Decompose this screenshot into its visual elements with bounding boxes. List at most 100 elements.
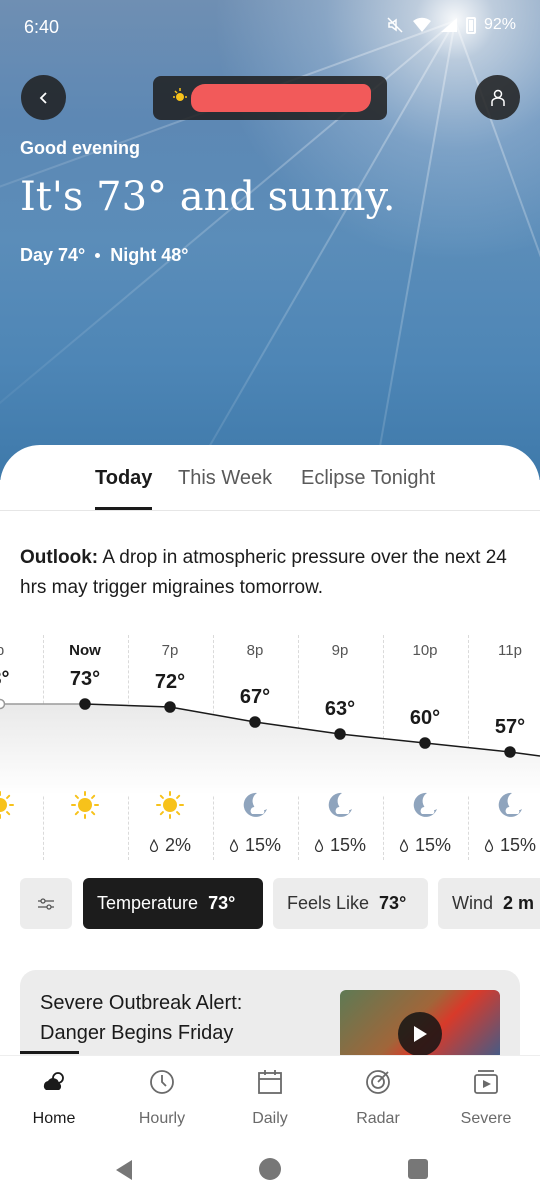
hour-label: p bbox=[0, 642, 40, 659]
raindrop-icon bbox=[149, 838, 159, 853]
mute-icon bbox=[387, 17, 403, 33]
temperature-point bbox=[0, 698, 6, 710]
tab-bar: Today This Week Eclipse Tonight bbox=[0, 445, 540, 511]
nav-severe[interactable]: Severe bbox=[432, 1056, 540, 1146]
sun-icon bbox=[152, 787, 188, 823]
precip-chance: 15% bbox=[385, 835, 465, 856]
day-night-temps: Day 74° Night 48° bbox=[20, 245, 188, 266]
chip-value: 2 m bbox=[503, 893, 535, 913]
bottom-navigation: Home Hourly Daily Radar Severe bbox=[0, 1055, 540, 1145]
nav-hourly[interactable]: Hourly bbox=[108, 1056, 216, 1146]
chip-label: Temperature bbox=[97, 893, 199, 913]
chevron-left-icon bbox=[39, 91, 47, 104]
alert-title-line1: Severe Outbreak Alert: bbox=[40, 992, 243, 1014]
temperature-point bbox=[504, 746, 516, 758]
nav-daily[interactable]: Daily bbox=[216, 1056, 324, 1146]
system-home-icon[interactable] bbox=[259, 1158, 281, 1180]
chip-value: 73° bbox=[208, 893, 236, 913]
precip-chance: 15% bbox=[300, 835, 380, 856]
nav-label-radar: Radar bbox=[356, 1110, 400, 1127]
hourly-forecast-strip[interactable]: p 3° Now 73° 7p 72° 2% 8p 67° 15% 9p 63° 15% 10p 60° 15… bbox=[0, 635, 540, 860]
severe-icon bbox=[474, 1070, 498, 1094]
temperature-point bbox=[419, 737, 431, 749]
temperature-point bbox=[164, 701, 176, 713]
signal-icon bbox=[440, 18, 457, 32]
person-icon bbox=[490, 89, 505, 106]
cloud-sun-icon bbox=[43, 1072, 64, 1090]
moon-cloud-icon bbox=[237, 787, 273, 823]
clock-icon bbox=[150, 1070, 174, 1094]
sun-icon bbox=[0, 787, 18, 823]
hour-temperature: 3° bbox=[0, 668, 10, 690]
tab-eclipse-tonight[interactable]: Eclipse Tonight bbox=[301, 467, 435, 490]
tab-today[interactable]: Today bbox=[95, 467, 152, 490]
hour-label: 9p bbox=[331, 642, 349, 659]
content-sheet: Today This Week Eclipse Tonight Outlook:… bbox=[0, 445, 540, 1055]
nav-radar[interactable]: Radar bbox=[324, 1056, 432, 1146]
hour-temperature: 60° bbox=[409, 707, 441, 729]
separator-dot bbox=[95, 253, 101, 258]
chip-wind[interactable]: Wind 2 m bbox=[438, 878, 540, 929]
sun-icon bbox=[67, 787, 103, 823]
calendar-icon bbox=[258, 1070, 282, 1094]
day-temp: Day 74° bbox=[20, 245, 86, 265]
profile-button[interactable] bbox=[475, 75, 520, 120]
radar-icon bbox=[366, 1070, 390, 1094]
alert-title: Severe Outbreak Alert: Danger Begins Fri… bbox=[40, 988, 242, 1048]
chip-label: Feels Like bbox=[287, 893, 370, 913]
battery-percent: 92% bbox=[483, 16, 516, 33]
battery-icon bbox=[465, 16, 476, 34]
nav-label-severe: Severe bbox=[460, 1110, 512, 1127]
raindrop-icon bbox=[399, 838, 409, 853]
nav-label-hourly: Hourly bbox=[138, 1110, 186, 1127]
chip-value: 73° bbox=[379, 893, 407, 913]
chip-label: Wind bbox=[452, 893, 494, 913]
active-tab-indicator bbox=[95, 507, 152, 510]
hour-label: Now bbox=[69, 642, 101, 659]
precip-chance: 2% bbox=[130, 835, 210, 856]
tab-this-week[interactable]: This Week bbox=[178, 467, 272, 490]
sliders-icon bbox=[38, 897, 54, 910]
hour-label: 7p bbox=[161, 642, 179, 659]
hour-temperature: 57° bbox=[494, 716, 526, 738]
alert-title-line2: Danger Begins Friday bbox=[40, 1022, 234, 1044]
hour-label: 11p bbox=[498, 642, 522, 659]
hero-background bbox=[0, 0, 540, 480]
current-conditions-headline: It's 73° and sunny. bbox=[20, 174, 396, 220]
system-recents-icon[interactable] bbox=[408, 1159, 428, 1179]
raindrop-icon bbox=[484, 838, 494, 853]
chip-feels-like[interactable]: Feels Like 73° bbox=[273, 878, 428, 929]
card-scroll-indicator bbox=[20, 1051, 79, 1054]
wifi-icon bbox=[412, 17, 431, 32]
hour-temperature: 73° bbox=[69, 668, 101, 690]
raindrop-icon bbox=[229, 838, 239, 853]
back-button[interactable] bbox=[21, 75, 66, 120]
play-button[interactable] bbox=[398, 1012, 442, 1055]
nav-label-daily: Daily bbox=[252, 1110, 288, 1127]
play-icon bbox=[414, 1026, 427, 1042]
nav-label-home: Home bbox=[32, 1110, 76, 1127]
alert-video-thumbnail[interactable] bbox=[340, 990, 500, 1055]
chip-temperature[interactable]: Temperature 73° bbox=[83, 878, 263, 929]
system-navigation-bar bbox=[0, 1145, 540, 1200]
moon-cloud-icon bbox=[492, 787, 528, 823]
hour-label: 8p bbox=[246, 642, 264, 659]
nav-home[interactable]: Home bbox=[0, 1056, 108, 1146]
system-back-icon[interactable] bbox=[114, 1159, 134, 1181]
night-temp: Night 48° bbox=[110, 245, 189, 265]
outlook-text: Outlook: A drop in atmospheric pressure … bbox=[20, 543, 520, 603]
redacted-location bbox=[191, 84, 371, 112]
status-time: 6:40 bbox=[24, 17, 60, 37]
location-selector[interactable] bbox=[153, 76, 387, 120]
precip-chance: 15% bbox=[215, 835, 295, 856]
hour-temperature: 72° bbox=[154, 671, 186, 693]
hour-temperature: 67° bbox=[239, 686, 271, 708]
filter-settings-button[interactable] bbox=[20, 878, 72, 929]
moon-cloud-icon bbox=[322, 787, 358, 823]
precip-chance: 15% bbox=[470, 835, 540, 856]
moon-cloud-icon bbox=[407, 787, 443, 823]
temperature-point bbox=[249, 716, 261, 728]
severe-alert-card[interactable]: Severe Outbreak Alert: Danger Begins Fri… bbox=[20, 970, 520, 1055]
temperature-point bbox=[334, 728, 346, 740]
status-bar: 6:40 92% bbox=[0, 0, 540, 56]
